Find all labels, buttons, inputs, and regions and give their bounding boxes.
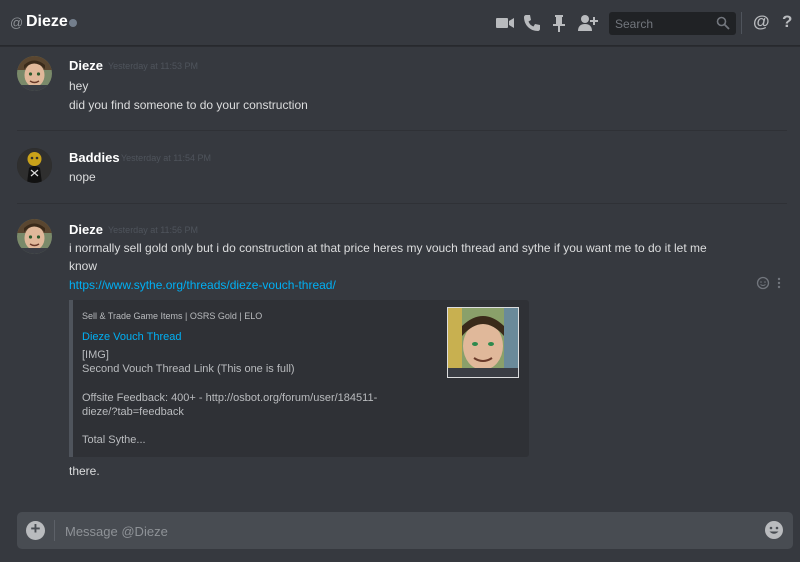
search-icon[interactable] [716,16,730,30]
plus-icon: + [30,519,41,538]
message-text: there. [69,464,100,478]
embed-description: Second Vouch Thread Link (This one is fu… [82,363,295,375]
video-call-icon[interactable] [494,12,516,34]
search-box[interactable] [609,12,736,35]
message-link[interactable]: https://www.sythe.org/threads/dieze-vouc… [69,278,336,292]
mention-icon[interactable]: @ [753,12,770,32]
message-author[interactable]: Dieze [69,58,103,73]
message-text: know [69,259,98,273]
link-embed: Sell & Trade Game Items | OSRS Gold | EL… [69,300,529,457]
embed-description: Offsite Feedback: 400+ - http://osbot.or… [82,392,378,404]
message-divider [17,130,787,131]
dm-recipient-name[interactable]: Dieze [26,13,68,31]
message-text: i normally sell gold only but i do const… [69,241,707,255]
help-icon[interactable]: ? [782,12,792,32]
message-timestamp: Yesterday at 11:54 PM [121,153,212,163]
embed-description: Total Sythe... [82,434,146,446]
message-author[interactable]: Baddies [69,150,120,165]
message-author[interactable]: Dieze [69,222,103,237]
embed-description: dieze/?tab=feedback [82,406,184,418]
embed-thumbnail[interactable] [447,307,519,378]
search-input[interactable] [609,12,709,35]
avatar[interactable] [17,148,52,183]
upload-button[interactable]: + [26,519,45,540]
embed-provider: Sell & Trade Game Items | OSRS Gold | EL… [82,311,263,321]
avatar[interactable] [17,56,52,91]
emoji-icon[interactable] [764,520,784,540]
message-divider [17,203,787,204]
voice-call-icon[interactable] [521,12,543,34]
dm-at-icon: @ [10,15,24,30]
add-reaction-icon[interactable] [756,276,770,290]
message-timestamp: Yesterday at 11:56 PM [108,225,199,235]
composer-divider [54,520,55,541]
status-offline-indicator [69,19,77,27]
header-divider [741,12,742,34]
message-composer: + [17,512,793,551]
message-input[interactable] [63,512,757,551]
message-text: nope [69,170,96,184]
message-text: hey [69,79,89,93]
pin-icon[interactable] [548,12,570,34]
more-options-icon[interactable] [776,276,782,290]
embed-description: [IMG] [82,349,109,361]
embed-title-link[interactable]: Dieze Vouch Thread [82,331,181,343]
message-timestamp: Yesterday at 11:53 PM [108,61,199,71]
message-text: did you find someone to do your construc… [69,98,308,112]
add-friend-icon[interactable] [576,12,598,34]
avatar[interactable] [17,219,52,254]
channel-header: @ Dieze @ ? [0,0,800,46]
